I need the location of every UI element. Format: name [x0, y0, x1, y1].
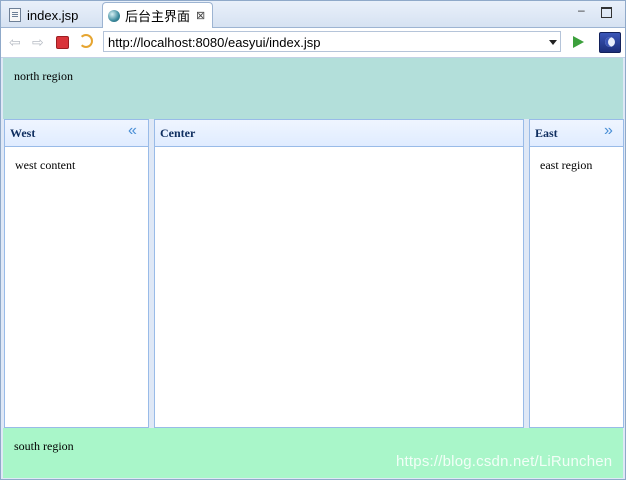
center-panel: Center: [154, 119, 524, 428]
south-region-text: south region: [14, 439, 74, 453]
refresh-icon[interactable]: [79, 34, 93, 48]
west-panel: West « west content: [4, 119, 149, 428]
west-panel-header: West «: [5, 120, 148, 147]
center-panel-header: Center: [155, 120, 523, 147]
browser-toolbar: ⇦ ⇨ http://localhost:8080/easyui/index.j…: [1, 28, 625, 58]
close-tab-icon[interactable]: ⊠: [196, 9, 205, 22]
eclipse-icon[interactable]: [599, 32, 621, 53]
browser-window: index.jsp 后台主界面 ⊠ ‒ ⇦ ⇨ http://localhost…: [0, 0, 626, 480]
watermark: https://blog.csdn.net/LiRunchen: [396, 453, 613, 470]
tab-index-jsp[interactable]: index.jsp: [5, 3, 101, 27]
east-content: east region: [540, 158, 593, 172]
collapse-right-icon[interactable]: »: [604, 122, 613, 140]
minimize-icon[interactable]: ‒: [578, 3, 585, 17]
west-panel-title: West: [10, 126, 36, 140]
editor-tab-bar: index.jsp 后台主界面 ⊠ ‒: [1, 1, 625, 28]
tab-label: 后台主界面: [125, 9, 191, 24]
globe-icon: [108, 9, 120, 22]
file-icon: [9, 8, 21, 22]
east-panel-title: East: [535, 126, 558, 140]
url-input[interactable]: http://localhost:8080/easyui/index.jsp: [103, 31, 561, 52]
back-arrow-icon[interactable]: ⇦: [9, 35, 21, 49]
tab-label: index.jsp: [27, 7, 79, 23]
go-icon[interactable]: [573, 36, 584, 48]
west-content: west content: [15, 158, 76, 172]
tab-main-page[interactable]: 后台主界面 ⊠: [102, 2, 213, 28]
maximize-icon[interactable]: [601, 7, 612, 18]
center-panel-title: Center: [160, 126, 196, 140]
north-region-text: north region: [14, 69, 73, 83]
east-panel: East » east region: [529, 119, 624, 428]
chevron-down-icon[interactable]: [549, 40, 557, 45]
collapse-left-icon[interactable]: «: [128, 122, 137, 140]
east-panel-header: East »: [530, 120, 623, 147]
forward-arrow-icon[interactable]: ⇨: [32, 35, 44, 49]
north-region: north region: [3, 58, 623, 119]
stop-icon[interactable]: [56, 36, 69, 49]
